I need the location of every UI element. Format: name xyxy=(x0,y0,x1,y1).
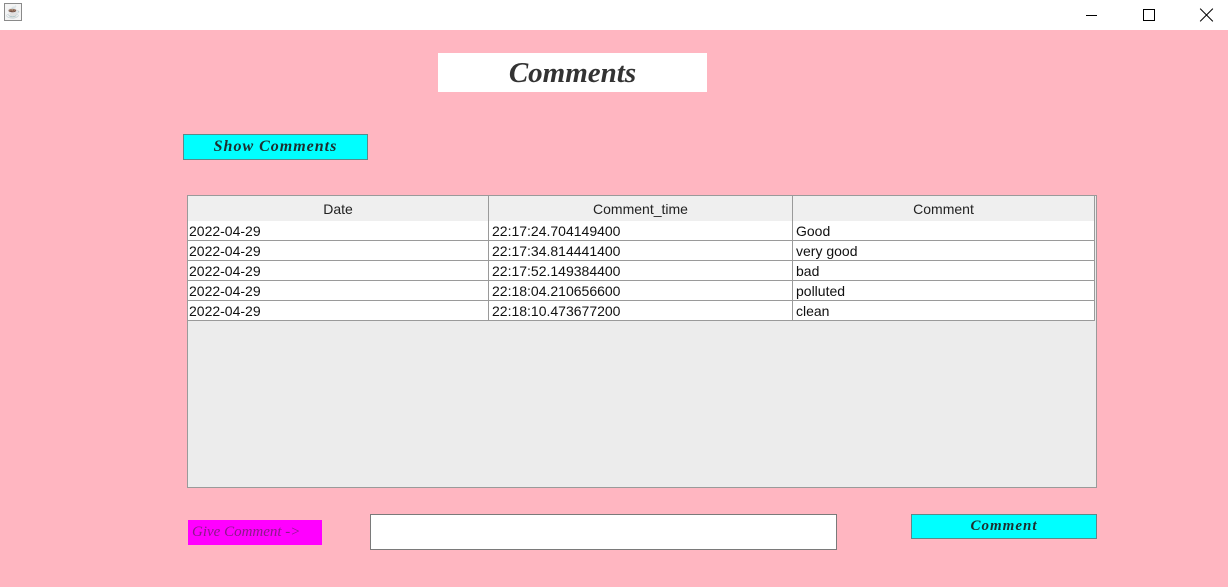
comment-time-cell[interactable]: 22:17:34.814441400 xyxy=(489,241,793,261)
date-cell[interactable]: 2022-04-29 xyxy=(188,301,489,321)
give-comment-label: Give Comment -> xyxy=(188,520,322,545)
table-body: 2022-04-29 22:17:24.704149400 Good 2022-… xyxy=(188,221,1095,321)
comment-time-cell[interactable]: 22:17:24.704149400 xyxy=(489,221,793,241)
comment-cell[interactable]: Good xyxy=(793,221,1095,241)
column-header-comment-time[interactable]: Comment_time xyxy=(489,196,793,221)
comment-cell[interactable]: bad xyxy=(793,261,1095,281)
date-cell[interactable]: 2022-04-29 xyxy=(188,281,489,301)
date-cell[interactable]: 2022-04-29 xyxy=(188,241,489,261)
page-title: Comments xyxy=(438,53,707,92)
close-button[interactable] xyxy=(1178,0,1228,30)
table-row[interactable]: 2022-04-29 22:17:24.704149400 Good xyxy=(188,221,1095,241)
java-cup-icon: ☕ xyxy=(4,3,22,21)
comment-cell[interactable]: polluted xyxy=(793,281,1095,301)
comments-table[interactable]: Date Comment_time Comment 2022-04-29 22:… xyxy=(187,195,1097,488)
table-row[interactable]: 2022-04-29 22:18:10.473677200 clean xyxy=(188,301,1095,321)
date-cell[interactable]: 2022-04-29 xyxy=(188,221,489,241)
minimize-icon xyxy=(1085,14,1097,16)
date-cell[interactable]: 2022-04-29 xyxy=(188,261,489,281)
table-header: Date Comment_time Comment xyxy=(188,196,1095,222)
show-comments-button[interactable]: Show Comments xyxy=(183,134,368,160)
comment-cell[interactable]: clean xyxy=(793,301,1095,321)
column-header-comment[interactable]: Comment xyxy=(793,196,1095,221)
table-row[interactable]: 2022-04-29 22:18:04.210656600 polluted xyxy=(188,281,1095,301)
table-row[interactable]: 2022-04-29 22:17:52.149384400 bad xyxy=(188,261,1095,281)
maximize-icon xyxy=(1143,9,1155,21)
comment-time-cell[interactable]: 22:18:04.210656600 xyxy=(489,281,793,301)
maximize-button[interactable] xyxy=(1120,0,1178,30)
column-header-date[interactable]: Date xyxy=(188,196,489,221)
comment-input[interactable] xyxy=(370,514,837,550)
comment-time-cell[interactable]: 22:18:10.473677200 xyxy=(489,301,793,321)
minimize-button[interactable] xyxy=(1062,0,1120,30)
comment-cell[interactable]: very good xyxy=(793,241,1095,261)
close-icon xyxy=(1200,8,1214,22)
table-row[interactable]: 2022-04-29 22:17:34.814441400 very good xyxy=(188,241,1095,261)
window-titlebar: ☕ xyxy=(0,0,1228,30)
comment-time-cell[interactable]: 22:17:52.149384400 xyxy=(489,261,793,281)
comment-button[interactable]: Comment xyxy=(911,514,1097,539)
